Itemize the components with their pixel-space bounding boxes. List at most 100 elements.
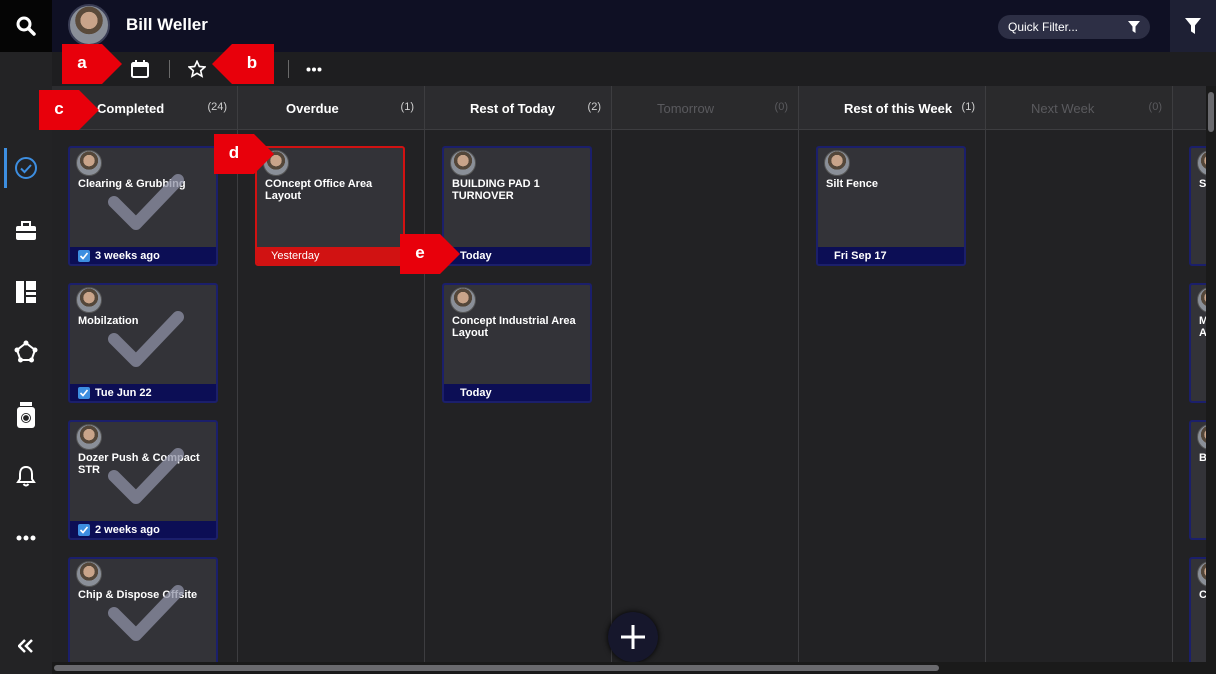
- column-header[interactable]: Overdue (1): [238, 86, 424, 130]
- column-title: Completed: [97, 101, 165, 116]
- timer-jar-icon: [17, 402, 35, 428]
- card-footer: Today: [444, 247, 590, 264]
- funnel-icon[interactable]: [1128, 21, 1140, 33]
- column-header[interactable]: Rest of this Week (1): [799, 86, 985, 130]
- card-footer: 2 weeks ago: [70, 521, 216, 538]
- check-circle-icon: [15, 157, 37, 179]
- sidebar-item-network[interactable]: [0, 332, 52, 372]
- avatar: [76, 150, 102, 176]
- user-avatar[interactable]: [68, 4, 110, 46]
- task-card-overdue[interactable]: COncept Office Area Layout Yesterday: [255, 146, 405, 266]
- add-task-button[interactable]: [608, 612, 658, 662]
- column-count: (1): [961, 101, 975, 113]
- column-count: (0): [774, 101, 788, 113]
- callout-label: d: [228, 143, 240, 162]
- callout-c: c: [39, 90, 101, 130]
- task-card[interactable]: Chip & Dispose Offsite: [68, 557, 218, 662]
- sidebar-item-projects[interactable]: [0, 211, 52, 251]
- task-card[interactable]: Concept Industrial Area Layout Today: [442, 283, 592, 403]
- column-title: Tomorrow: [657, 101, 715, 116]
- briefcase-icon: [16, 221, 36, 240]
- task-card[interactable]: Clearing & Grubbing 3 weeks ago: [68, 146, 218, 266]
- completed-check-icon: [108, 311, 184, 367]
- more-icon: [16, 535, 36, 541]
- task-card[interactable]: Dozer Push & Compact STR 2 weeks ago: [68, 420, 218, 540]
- column-header[interactable]: Tomorrow (0): [612, 86, 798, 130]
- network-icon: [14, 340, 38, 363]
- collapse-icon: [18, 639, 33, 653]
- favorites-button[interactable]: [185, 57, 209, 81]
- column-tomorrow: Tomorrow (0): [612, 86, 799, 662]
- scrollbar-thumb[interactable]: [1208, 92, 1214, 132]
- column-title: Overdue: [286, 101, 339, 116]
- callout-b: b: [212, 44, 274, 84]
- collapse-sidebar-button[interactable]: [0, 626, 52, 666]
- checkbox-checked-icon[interactable]: [78, 386, 90, 399]
- star-icon: [188, 60, 206, 78]
- horizontal-scrollbar[interactable]: [52, 662, 1216, 674]
- checkbox-checked-icon[interactable]: [78, 523, 90, 536]
- completed-check-icon: [108, 448, 184, 504]
- more-icon: [306, 67, 322, 71]
- task-card[interactable]: BUILDING PAD 1 TURNOVER Today: [442, 146, 592, 266]
- avatar: [450, 150, 476, 176]
- avatar: [76, 561, 102, 587]
- scrollbar-thumb[interactable]: [54, 665, 939, 671]
- callout-e: e: [400, 234, 462, 274]
- column-count: (0): [1148, 101, 1162, 113]
- layout-panels-icon: [16, 281, 36, 303]
- checkbox-checked-icon[interactable]: [78, 249, 90, 262]
- calendar-view-button[interactable]: [128, 57, 152, 81]
- card-footer: Fri Sep 17: [818, 247, 964, 264]
- avatar: [76, 424, 102, 450]
- task-card[interactable]: Silt Fence Fri Sep 17: [816, 146, 966, 266]
- avatar: [76, 287, 102, 313]
- plus-icon: [621, 625, 645, 649]
- column-rest-of-week: Rest of this Week (1) Silt Fence Fri Sep…: [799, 86, 986, 662]
- column-completed: Completed (24) Clearing & Grubbing 3 wee…: [52, 86, 238, 662]
- column-header[interactable]: Next Week (0): [986, 86, 1172, 130]
- search-icon: [16, 16, 36, 36]
- column-count: (2): [587, 101, 601, 113]
- column-title: Rest of Today: [470, 101, 555, 116]
- sidebar-item-more[interactable]: [0, 518, 52, 558]
- app-window: Bill Weller Quick Filter... Completed (2…: [0, 0, 1216, 674]
- quick-filter-input[interactable]: [1008, 20, 1118, 34]
- top-bar: Bill Weller: [0, 0, 1216, 52]
- completed-check-icon: [108, 174, 184, 230]
- funnel-icon: [1185, 18, 1201, 34]
- column-header[interactable]: Rest of Today (2): [425, 86, 611, 130]
- calendar-icon: [131, 60, 149, 78]
- card-footer: Yesterday: [257, 247, 403, 264]
- card-title: COncept Office Area Layout: [265, 178, 373, 202]
- card-title: BUILDING PAD 1 TURNOVER: [452, 178, 540, 202]
- sidebar: [0, 52, 52, 674]
- task-card[interactable]: Mobilzation Tue Jun 22: [68, 283, 218, 403]
- card-due-label: 2 weeks ago: [95, 523, 160, 536]
- column-next-week: Next Week (0): [986, 86, 1173, 662]
- sidebar-item-timesheet[interactable]: [0, 395, 52, 435]
- toolbar-separator: [169, 60, 170, 78]
- quick-filter[interactable]: [998, 15, 1150, 39]
- toolbar-separator: [288, 60, 289, 78]
- filter-button[interactable]: [1170, 0, 1216, 52]
- column-partial: S MA B C: [1173, 86, 1208, 662]
- sidebar-item-notifications[interactable]: [0, 456, 52, 496]
- completed-check-icon: [108, 585, 184, 641]
- column-count: (24): [207, 101, 227, 113]
- sidebar-item-boards[interactable]: [0, 272, 52, 312]
- sidebar-item-tasks[interactable]: [0, 148, 52, 188]
- card-due-label: Tue Jun 22: [95, 386, 152, 399]
- callout-label: a: [77, 53, 87, 72]
- toolbar-more-button[interactable]: [302, 57, 326, 81]
- callout-label: e: [415, 243, 425, 262]
- card-footer: Today: [444, 384, 590, 401]
- column-title: Rest of this Week: [844, 101, 953, 116]
- column-header[interactable]: [1173, 86, 1208, 130]
- card-due-label: 3 weeks ago: [95, 249, 160, 262]
- search-button[interactable]: [0, 0, 52, 52]
- card-footer: Tue Jun 22: [70, 384, 216, 401]
- card-title: Silt Fence: [826, 178, 878, 190]
- user-name: Bill Weller: [126, 15, 208, 34]
- vertical-scrollbar[interactable]: [1206, 86, 1216, 662]
